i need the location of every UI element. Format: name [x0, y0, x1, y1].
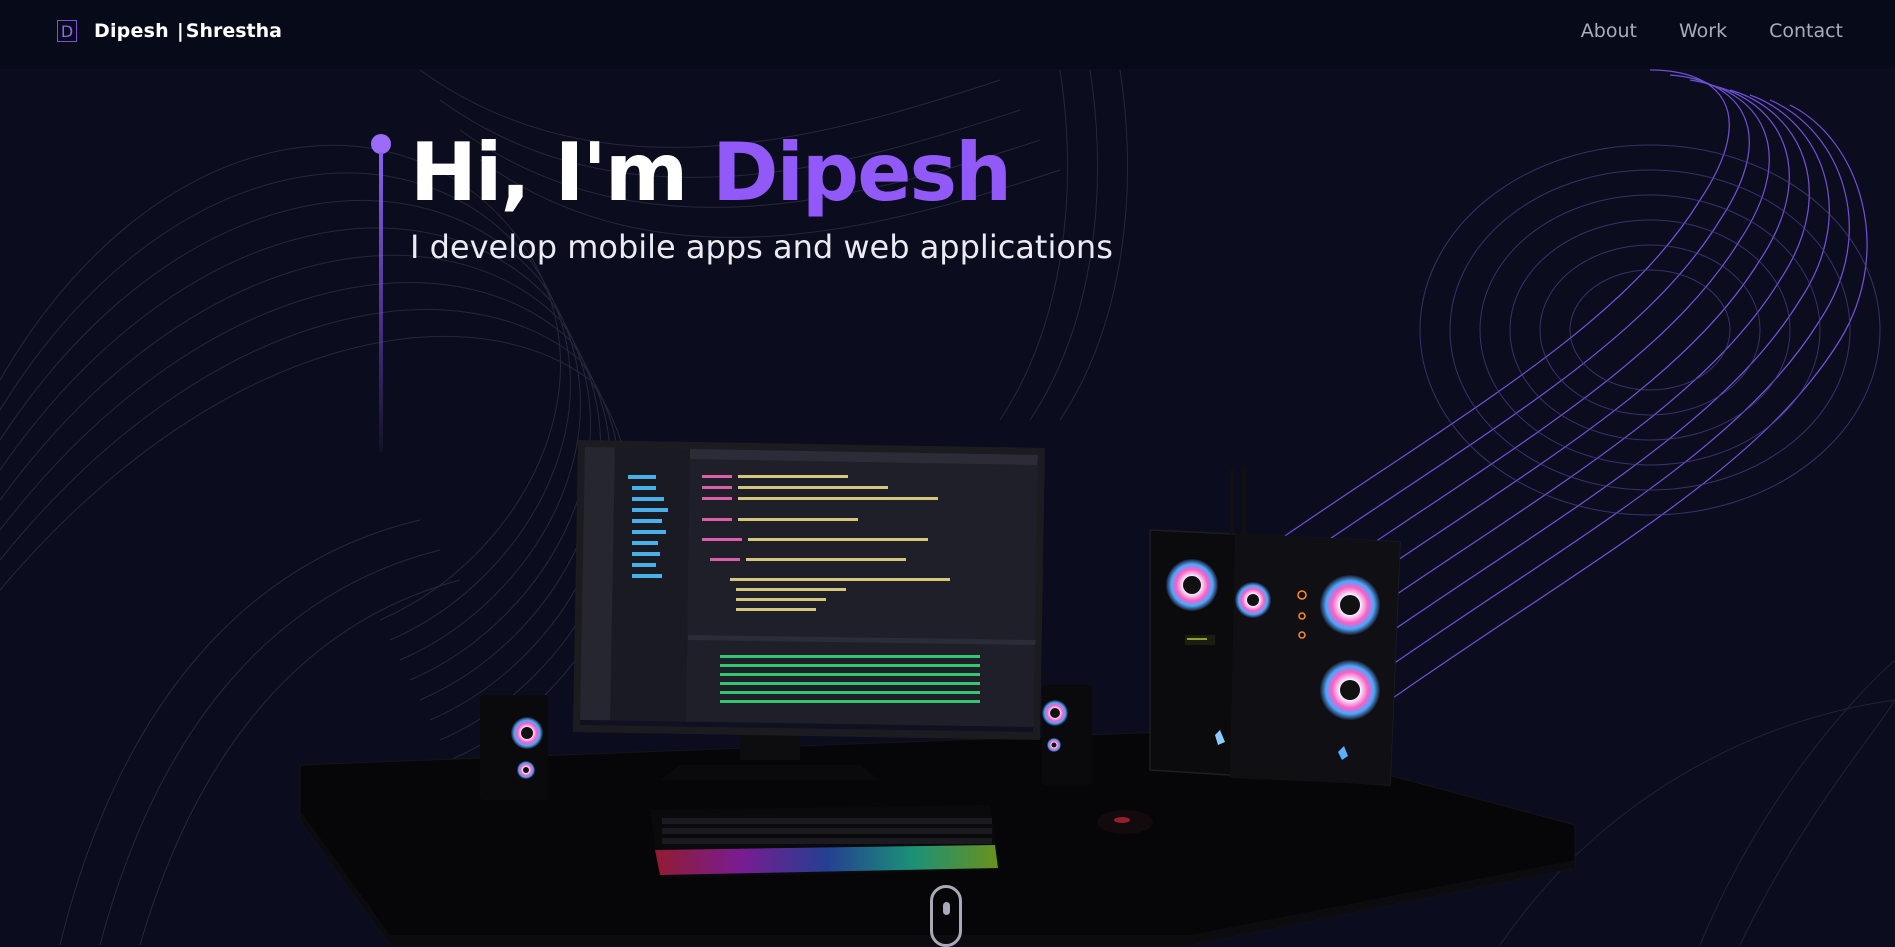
d-logo-icon: D — [57, 20, 77, 42]
brand-first-name: Dipesh — [94, 20, 169, 42]
brand-last-name: Shrestha — [185, 20, 282, 42]
hero-name: Dipesh — [712, 126, 1012, 219]
mouse-scroll-icon[interactable] — [930, 885, 962, 947]
hero-greeting: Hi, I'm — [410, 126, 688, 219]
hero-subtitle: I develop mobile apps and web applicatio… — [410, 228, 1113, 266]
nav-link-contact[interactable]: Contact — [1769, 20, 1843, 42]
top-navbar: D Dipesh | Shrestha About Work Contact — [0, 0, 1895, 69]
timeline-dot — [371, 134, 391, 154]
nav-links: About Work Contact — [1581, 20, 1843, 42]
hero-headline: Hi, I'm Dipesh — [410, 118, 1012, 228]
brand-separator: | — [176, 20, 184, 42]
nav-link-about[interactable]: About — [1581, 20, 1637, 42]
hero-section: Hi, I'm Dipesh I develop mobile apps and… — [0, 0, 1895, 945]
timeline-line — [379, 152, 383, 452]
mouse-scroll-wheel — [943, 902, 950, 915]
brand-logo-link[interactable]: D Dipesh | Shrestha — [57, 20, 282, 42]
nav-link-work[interactable]: Work — [1679, 20, 1727, 42]
